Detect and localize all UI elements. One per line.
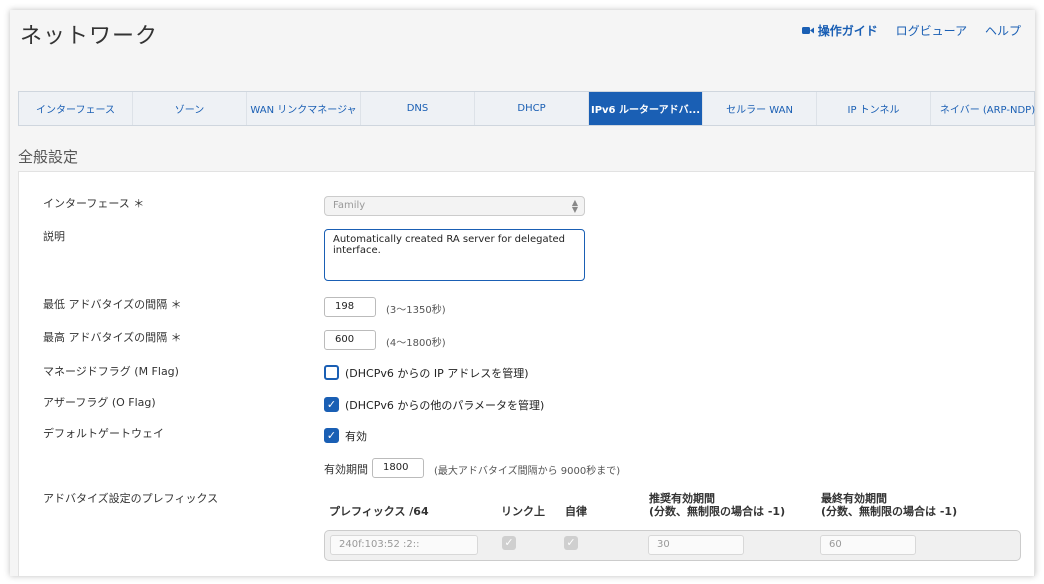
prefix-column-header: プレフィックス /64 [329,505,429,518]
description-label: 説明 [43,230,65,243]
tab-interfaces[interactable]: インターフェース [19,92,133,125]
m-flag-checkbox[interactable] [324,365,339,380]
top-links: 操作ガイド ログビューア ヘルプ [801,22,1035,39]
autonomous-column-header: 自律 [565,505,587,518]
m-flag-text: (DHCPv6 からの IP アドレスを管理) [345,367,529,380]
max-interval-label: 最高 アドバタイズの間隔 ＊ [43,331,182,344]
tab-dhcp[interactable]: DHCP [475,92,589,125]
help-link[interactable]: ヘルプ [985,24,1021,38]
checkmark-icon: ✓ [566,536,576,549]
checkmark-icon: ✓ [326,429,337,442]
tab-bar: インターフェース ゾーン WAN リンクマネージャ DNS DHCP IPv6 … [18,91,1035,126]
valid-lifetime-header: 最終有効期間 [821,492,887,505]
preferred-lifetime-header: 推奨有効期間 [649,492,715,505]
o-flag-text: (DHCPv6 からの他のパラメータを管理) [345,399,545,412]
checkmark-icon: ✓ [326,398,337,411]
m-flag-label: マネージドフラグ (M Flag) [43,365,179,378]
default-gateway-label: デフォルトゲートウェイ [43,427,164,440]
page-title: ネットワーク [20,24,159,49]
valid-lifetime-input[interactable]: 60 [820,535,916,555]
guide-link[interactable]: 操作ガイド [801,24,878,38]
tab-cellular-wan[interactable]: セルラー WAN [703,92,817,125]
lifetime-input[interactable]: 1800 [372,458,424,478]
o-flag-label: アザーフラグ (O Flag) [43,396,156,409]
lifetime-hint: (最大アドバタイズ間隔から 9000秒まで) [434,466,621,477]
o-flag-checkbox[interactable]: ✓ [324,397,339,412]
tab-wan-link-manager[interactable]: WAN リンクマネージャ [247,92,361,125]
default-gateway-text: 有効 [345,430,367,443]
onlink-checkbox[interactable]: ✓ [502,536,516,550]
video-camera-icon [801,27,814,34]
interface-label: インターフェース ＊ [43,197,145,210]
default-gateway-checkbox[interactable]: ✓ [324,428,339,443]
prefix-label: アドバタイズ設定のプレフィックス [43,492,219,505]
min-interval-input[interactable]: 198 [324,297,376,317]
preferred-lifetime-subheader: (分数、無制限の場合は -1) [649,505,786,518]
interface-value: Family [333,200,366,211]
max-interval-input[interactable]: 600 [324,330,376,350]
guide-label: 操作ガイド [817,24,878,38]
log-viewer-link[interactable]: ログビューア [896,24,968,38]
lifetime-label: 有効期間 [324,463,368,476]
description-textarea[interactable]: Automatically created RA server for dele… [324,229,585,281]
updown-arrows-icon: ▲ ▼ [571,198,578,214]
tab-neighbors[interactable]: ネイバー (ARP-NDP) [931,92,1035,125]
max-interval-hint: (4〜1800秒) [386,338,446,349]
tab-dns[interactable]: DNS [361,92,475,125]
app-window: ネットワーク 操作ガイド ログビューア ヘルプ インターフェース ゾーン WAN… [10,10,1035,576]
preferred-lifetime-input[interactable]: 30 [648,535,744,555]
min-interval-label: 最低 アドバタイズの間隔 ＊ [43,298,182,311]
tab-ip-tunnel[interactable]: IP トンネル [817,92,931,125]
valid-lifetime-subheader: (分数、無制限の場合は -1) [821,505,958,518]
interface-select[interactable]: Family ▲ ▼ [324,196,585,216]
tab-ipv6-router-advertisement[interactable]: IPv6 ルーターアドバ... [589,92,703,125]
general-settings-panel: インターフェース ＊ Family ▲ ▼ 説明 Automatically cr… [18,171,1035,576]
tab-zones[interactable]: ゾーン [133,92,247,125]
prefix-input[interactable]: 240f:103:52 :2:: [330,535,478,555]
onlink-column-header: リンク上 [501,505,545,518]
min-interval-hint: (3〜1350秒) [386,305,446,316]
section-title: 全般設定 [18,148,79,166]
checkmark-icon: ✓ [504,536,514,549]
autonomous-checkbox[interactable]: ✓ [564,536,578,550]
